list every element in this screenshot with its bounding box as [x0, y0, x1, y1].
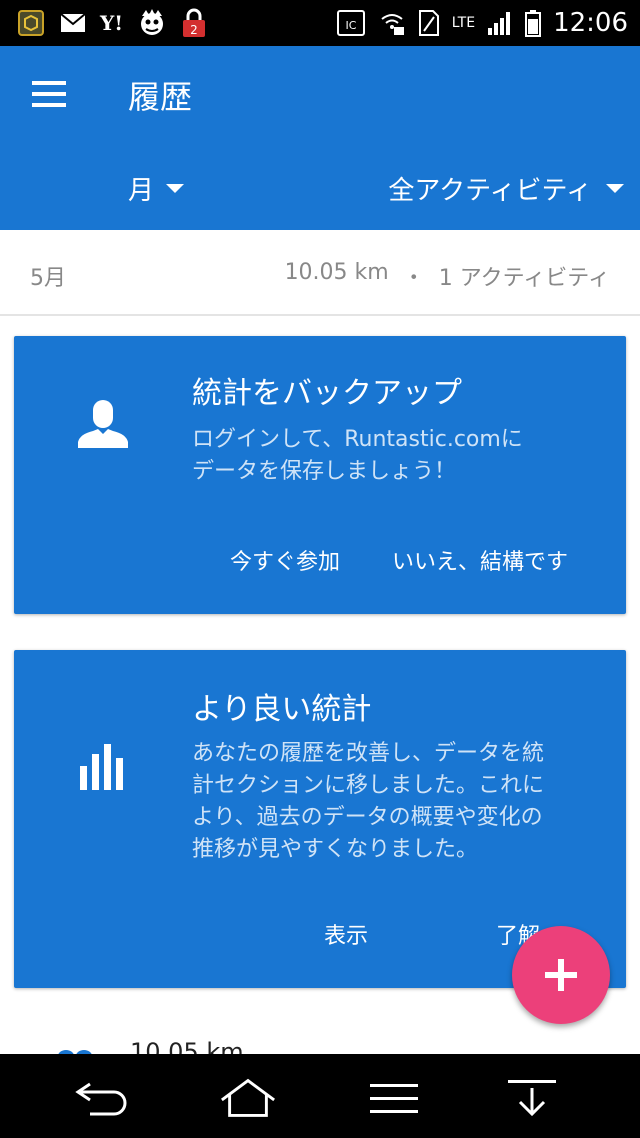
summary-stats: 10.05 km ・ 1 アクティビティ: [285, 260, 610, 292]
signal-icon: [487, 8, 513, 38]
card-body-line: データを保存しましょう！: [192, 459, 457, 484]
card-body-line: あなたの履歴を改善し、データを統: [192, 741, 545, 766]
lock-badge-icon: 2: [181, 8, 207, 38]
sim-icon: [418, 8, 440, 38]
box-icon: [16, 8, 46, 38]
svg-text:2: 2: [190, 23, 198, 37]
clock: 12:06: [553, 8, 628, 38]
app-bar: 履歴 月 全アクティビティ: [0, 46, 640, 230]
summary-separator: ・: [402, 266, 425, 291]
battery-icon: [525, 8, 542, 38]
activity-filter-dropdown[interactable]: 全アクティビティ: [388, 170, 624, 207]
summary-distance: 10.05 km: [284, 260, 389, 285]
card-body: あなたの履歴を改善し、データを統 計セクションに移しました。これに より、過去の…: [192, 738, 602, 866]
menu-icon[interactable]: [364, 1076, 424, 1120]
card-body-line: 計セクションに移しました。これに: [192, 773, 545, 798]
page-title: 履歴: [128, 78, 193, 116]
card-body-line: より、過去のデータの概要や変化の: [192, 805, 543, 830]
person-icon: [76, 400, 130, 454]
hamburger-menu-icon[interactable]: [24, 74, 76, 114]
backup-stats-card: 統計をバックアップ ログインして、Runtastic.comに データを保存しま…: [14, 336, 626, 614]
mail-icon: [60, 8, 86, 38]
card-title: より良い統計: [192, 692, 372, 727]
card-body: ログインして、Runtastic.comに データを保存しましょう！: [192, 424, 602, 488]
status-bar: Y! 2 IC LTE 12:06: [0, 0, 640, 46]
bar-chart-icon: [78, 742, 128, 796]
card-body-line: ログインして、Runtastic.comに: [192, 427, 523, 452]
chevron-down-icon: [166, 184, 185, 193]
period-filter-dropdown[interactable]: 月: [128, 170, 185, 207]
notification-drawer-icon[interactable]: [502, 1076, 562, 1120]
network-type: LTE: [451, 15, 476, 31]
summary-activity-count: 1 アクティビティ: [438, 266, 610, 291]
plus-icon: [545, 959, 577, 991]
navigation-bar: [0, 1054, 640, 1138]
mascot-icon: [137, 8, 167, 38]
svg-text:IC: IC: [345, 19, 356, 32]
activity-list-item[interactable]: 10.05 km: [0, 1020, 640, 1054]
back-icon[interactable]: [72, 1076, 132, 1120]
nfc-icon: IC: [336, 8, 366, 38]
period-filter-label: 月: [128, 176, 155, 206]
summary-month: 5月: [30, 266, 66, 291]
show-button[interactable]: 表示: [324, 918, 368, 950]
yahoo-icon: Y!: [100, 11, 124, 35]
status-bar-left: Y! 2: [0, 0, 207, 46]
month-summary-row: 5月 10.05 km ・ 1 アクティビティ: [0, 230, 640, 316]
chevron-down-icon: [606, 184, 624, 193]
activity-icon: [58, 1050, 92, 1054]
home-icon[interactable]: [218, 1076, 278, 1120]
card-body-line: 推移が見やすくなりました。: [192, 837, 479, 862]
activity-distance: 10.05 km: [130, 1038, 244, 1054]
card-title: 統計をバックアップ: [192, 376, 462, 411]
no-thanks-button[interactable]: いいえ、結構です: [392, 544, 568, 576]
add-activity-button[interactable]: [512, 926, 610, 1024]
wifi-lock-icon: [378, 8, 406, 38]
join-now-button[interactable]: 今すぐ参加: [230, 544, 340, 576]
activity-filter-label: 全アクティビティ: [388, 176, 592, 206]
status-bar-right: IC LTE 12:06: [336, 0, 640, 46]
